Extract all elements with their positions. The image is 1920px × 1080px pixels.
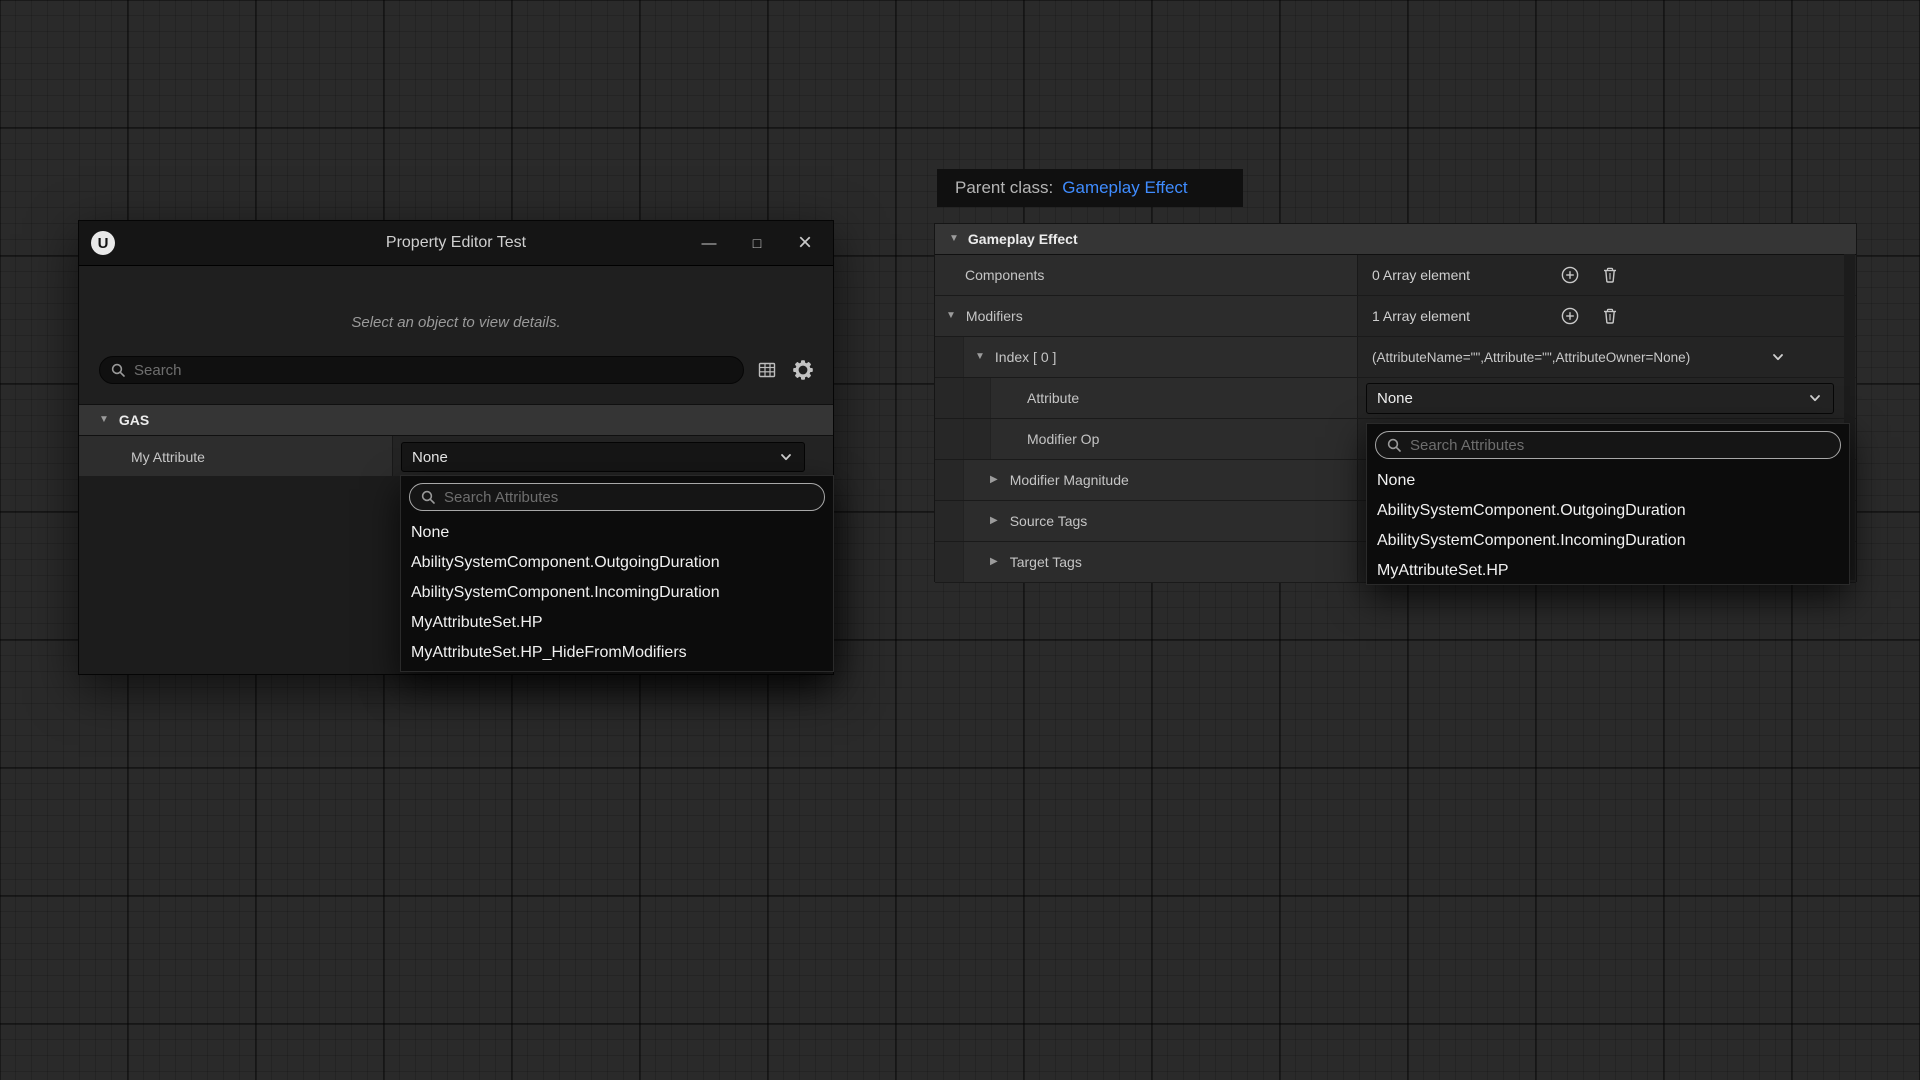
chevron-down-icon[interactable] <box>1770 349 1786 365</box>
search-icon <box>420 489 436 505</box>
attribute-search-input[interactable] <box>436 489 814 506</box>
row-label: Modifier Magnitude <box>1010 472 1129 488</box>
dropdown-item-none[interactable]: None <box>1367 466 1849 496</box>
indent-rail <box>935 419 964 459</box>
empty-selection-hint: Select an object to view details. <box>79 314 833 332</box>
components-row: Components 0 Array element <box>935 255 1856 296</box>
chevron-down-icon <box>778 449 794 465</box>
row-name-cell: Modifier Op <box>935 419 1358 459</box>
dropdown-item-incoming-duration[interactable]: AbilitySystemComponent.IncomingDuration <box>1367 526 1849 556</box>
unreal-engine-logo-icon: U <box>91 231 115 255</box>
modifiers-row: ▼ Modifiers 1 Array element <box>935 296 1856 337</box>
category-header-gas[interactable]: ▼ GAS <box>79 404 833 436</box>
row-value-cell: (AttributeName="",Attribute="",Attribute… <box>1358 337 1856 377</box>
indent-rail <box>935 460 964 500</box>
row-label: Components <box>965 267 1044 283</box>
indent-rail <box>935 501 964 541</box>
attribute-row: Attribute None <box>935 378 1856 419</box>
indent-rail <box>935 337 964 377</box>
delete-elements-trash-icon[interactable] <box>1600 306 1620 326</box>
attribute-picker-dropdown: None AbilitySystemComponent.OutgoingDura… <box>400 475 834 672</box>
row-name-cell[interactable]: ▶ Target Tags <box>935 542 1358 582</box>
attribute-search-input[interactable] <box>1402 437 1830 454</box>
chevron-collapsed-icon: ▶ <box>990 557 998 567</box>
row-name-cell: Components <box>935 255 1358 295</box>
indent-rail <box>964 419 991 459</box>
indent-rail <box>935 378 964 418</box>
my-attribute-combobox[interactable]: None <box>401 442 805 472</box>
row-name-cell[interactable]: ▼ Index [ 0 ] <box>935 337 1358 377</box>
struct-preview: (AttributeName="",Attribute="",Attribute… <box>1372 350 1690 365</box>
property-name: My Attribute <box>131 449 205 465</box>
view-options-table-icon[interactable] <box>754 357 780 383</box>
chevron-expanded-icon: ▼ <box>946 311 956 321</box>
delete-elements-trash-icon[interactable] <box>1600 265 1620 285</box>
dropdown-item-none[interactable]: None <box>401 518 833 548</box>
add-element-icon[interactable] <box>1560 306 1580 326</box>
indent-rail <box>964 378 991 418</box>
dropdown-item-hp-hide-from-modifiers[interactable]: MyAttributeSet.HP_HideFromModifiers <box>401 638 833 668</box>
row-label: Index [ 0 ] <box>995 349 1056 365</box>
array-count: 1 Array element <box>1372 308 1470 324</box>
parent-class-link[interactable]: Gameplay Effect <box>1062 178 1187 198</box>
category-label: Gameplay Effect <box>968 231 1078 247</box>
attribute-picker-dropdown: None AbilitySystemComponent.OutgoingDura… <box>1366 423 1850 585</box>
attribute-search-box[interactable] <box>1375 431 1841 459</box>
add-element-icon[interactable] <box>1560 265 1580 285</box>
row-name-cell: Attribute <box>935 378 1358 418</box>
combobox-value: None <box>1377 390 1413 407</box>
row-value-cell: None <box>1358 378 1856 418</box>
chevron-expanded-icon: ▼ <box>99 415 109 425</box>
details-search-box[interactable] <box>99 356 744 384</box>
dropdown-item-outgoing-duration[interactable]: AbilitySystemComponent.OutgoingDuration <box>401 548 833 578</box>
row-label: Modifiers <box>966 308 1023 324</box>
chevron-collapsed-icon: ▶ <box>990 516 998 526</box>
property-value-cell: None <box>393 436 833 478</box>
row-value-cell: 1 Array element <box>1358 296 1856 336</box>
parent-class-chip: Parent class: Gameplay Effect <box>937 169 1243 207</box>
dropdown-item-incoming-duration[interactable]: AbilitySystemComponent.IncomingDuration <box>401 578 833 608</box>
gameplay-effect-details-panel: ▼ Gameplay Effect Components 0 Array ele… <box>934 223 1857 582</box>
chevron-expanded-icon: ▼ <box>949 234 959 244</box>
search-toolbar <box>99 356 821 384</box>
graph-grid-background: U Property Editor Test — □ × Select an o… <box>0 0 1920 1080</box>
category-header-gameplay-effect[interactable]: ▼ Gameplay Effect <box>935 224 1856 255</box>
attribute-combobox[interactable]: None <box>1366 383 1834 414</box>
row-name-cell[interactable]: ▶ Modifier Magnitude <box>935 460 1358 500</box>
close-button[interactable]: × <box>785 227 825 259</box>
dropdown-item-hp[interactable]: MyAttributeSet.HP <box>401 608 833 638</box>
row-value-cell: 0 Array element <box>1358 255 1856 295</box>
settings-gear-icon[interactable] <box>790 357 816 383</box>
search-icon <box>1386 437 1402 453</box>
attribute-search-box[interactable] <box>409 483 825 511</box>
search-icon <box>110 362 126 378</box>
index-0-row: ▼ Index [ 0 ] (AttributeName="",Attribut… <box>935 337 1856 378</box>
row-label: Source Tags <box>1010 513 1088 529</box>
window-titlebar[interactable]: U Property Editor Test — □ × <box>79 221 833 266</box>
row-name-cell[interactable]: ▼ Modifiers <box>935 296 1358 336</box>
category-label: GAS <box>119 412 149 428</box>
combobox-value: None <box>412 449 448 466</box>
my-attribute-row: My Attribute None <box>79 436 833 479</box>
search-input[interactable] <box>126 362 733 379</box>
row-label: Modifier Op <box>1027 431 1099 447</box>
indent-rail <box>935 542 964 582</box>
chevron-down-icon <box>1807 390 1823 406</box>
minimize-button[interactable]: — <box>689 227 729 259</box>
dropdown-item-hp[interactable]: MyAttributeSet.HP <box>1367 556 1849 586</box>
row-name-cell[interactable]: ▶ Source Tags <box>935 501 1358 541</box>
maximize-button[interactable]: □ <box>737 227 777 259</box>
row-label: Target Tags <box>1010 554 1082 570</box>
chevron-expanded-icon: ▼ <box>975 352 985 362</box>
row-label: Attribute <box>1027 390 1079 406</box>
array-count: 0 Array element <box>1372 267 1470 283</box>
parent-class-label: Parent class: <box>955 178 1053 198</box>
chevron-collapsed-icon: ▶ <box>990 475 998 485</box>
dropdown-item-outgoing-duration[interactable]: AbilitySystemComponent.OutgoingDuration <box>1367 496 1849 526</box>
property-name-cell: My Attribute <box>79 436 393 478</box>
